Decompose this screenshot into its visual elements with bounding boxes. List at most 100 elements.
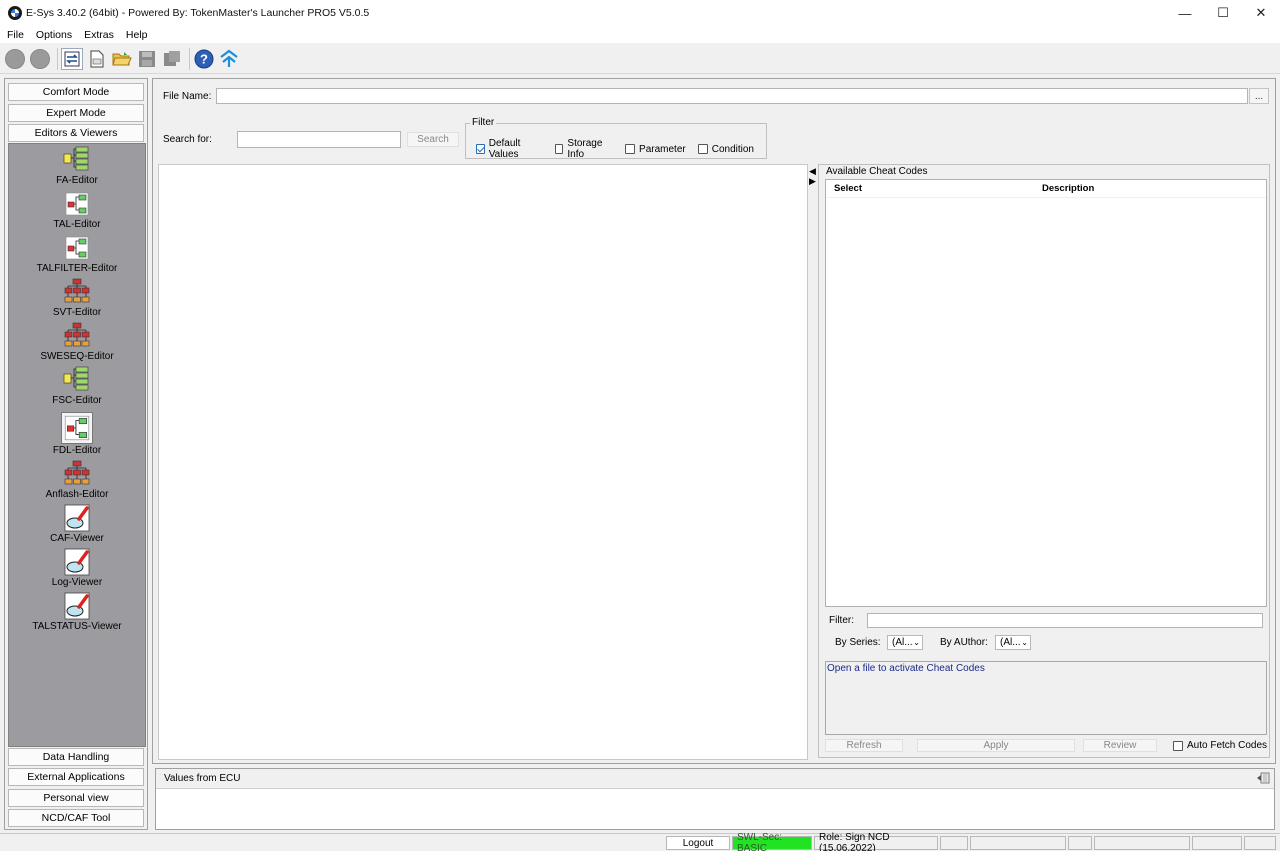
by-series-label: By Series: bbox=[835, 637, 881, 648]
log-viewer-label: Log-Viewer bbox=[51, 577, 103, 588]
data-handling-button[interactable]: Data Handling bbox=[8, 748, 144, 766]
editors-viewers-button[interactable]: Editors & Viewers bbox=[8, 124, 144, 142]
sweseq-editor-item[interactable]: SWESEQ-Editor bbox=[9, 322, 145, 362]
open-folder-icon[interactable] bbox=[111, 48, 133, 70]
dock-panel-icon[interactable] bbox=[1256, 772, 1270, 787]
file-name-label: File Name: bbox=[163, 91, 212, 102]
review-button[interactable]: Review bbox=[1083, 739, 1157, 752]
talstatus-viewer-item[interactable]: TALSTATUS-Viewer bbox=[9, 592, 145, 632]
cheat-codes-table[interactable]: Select Description bbox=[825, 179, 1267, 607]
fsc-editor-icon bbox=[63, 366, 91, 394]
chevron-down-icon: ⌄ bbox=[913, 638, 920, 647]
status-cell-empty bbox=[970, 836, 1066, 850]
apply-button[interactable]: Apply bbox=[917, 739, 1075, 752]
table-header: Select Description bbox=[826, 180, 1266, 198]
chevron-down-icon: ⌄ bbox=[1021, 638, 1028, 647]
sweseq-editor-label: SWESEQ-Editor bbox=[40, 351, 114, 362]
back-icon[interactable] bbox=[4, 48, 26, 70]
by-author-select[interactable]: (Al... ⌄ bbox=[995, 635, 1031, 650]
fsc-editor-item[interactable]: FSC-Editor bbox=[9, 366, 145, 406]
svt-editor-icon bbox=[63, 278, 91, 306]
parameter-label: Parameter bbox=[639, 143, 686, 155]
checkbox-icon bbox=[697, 144, 708, 154]
maximize-button[interactable]: ☐ bbox=[1204, 0, 1242, 26]
values-from-ecu-panel: Values from ECU bbox=[155, 768, 1275, 830]
editor-content-area[interactable] bbox=[158, 164, 808, 760]
window-title: E-Sys 3.40.2 (64bit) - Powered By: Token… bbox=[26, 7, 370, 19]
svt-editor-item[interactable]: SVT-Editor bbox=[9, 278, 145, 318]
checkbox-checked-icon bbox=[476, 144, 485, 154]
fa-editor-label: FA-Editor bbox=[56, 175, 98, 186]
menu-help[interactable]: Help bbox=[120, 29, 154, 41]
parameter-checkbox[interactable]: Parameter bbox=[625, 144, 686, 155]
condition-checkbox[interactable]: Condition bbox=[697, 143, 754, 155]
by-series-select[interactable]: (Al... ⌄ bbox=[887, 635, 923, 650]
expert-mode-button[interactable]: Expert Mode bbox=[8, 104, 144, 122]
fdl-editor-item[interactable]: FDL-Editor bbox=[9, 412, 145, 456]
svg-text:?: ? bbox=[200, 51, 208, 66]
values-from-ecu-title: Values from ECU bbox=[164, 773, 241, 784]
caf-viewer-item[interactable]: CAF-Viewer bbox=[9, 504, 145, 544]
file-name-input[interactable] bbox=[216, 88, 1248, 104]
talfilter-editor-icon bbox=[63, 234, 91, 262]
by-series-value: (Al... bbox=[892, 637, 913, 648]
search-for-label: Search for: bbox=[163, 134, 212, 145]
filter-group: Filter Default Values Storage Info Param… bbox=[465, 117, 767, 160]
menu-extras[interactable]: Extras bbox=[78, 29, 120, 41]
close-button[interactable]: ✕ bbox=[1242, 0, 1280, 26]
bmw-logo-icon bbox=[8, 6, 22, 20]
caf-viewer-label: CAF-Viewer bbox=[50, 533, 104, 544]
talfilter-editor-item[interactable]: TALFILTER-Editor bbox=[9, 234, 145, 274]
cheat-filter-label: Filter: bbox=[829, 615, 854, 626]
splitter-arrows[interactable]: ◀ ▶ bbox=[809, 166, 817, 188]
cheat-info-box: Open a file to activate Cheat Codes bbox=[825, 661, 1267, 735]
forward-icon[interactable] bbox=[29, 48, 51, 70]
tal-editor-item[interactable]: TAL-Editor bbox=[9, 190, 145, 230]
status-bar: Logout SWL-Sec: BASIC Role: Sign NCD (15… bbox=[0, 832, 1280, 851]
anflash-editor-item[interactable]: Anflash-Editor bbox=[9, 460, 145, 500]
save-icon[interactable] bbox=[136, 48, 158, 70]
fa-editor-item[interactable]: FA-Editor bbox=[9, 146, 145, 186]
column-description[interactable]: Description bbox=[1042, 183, 1094, 194]
storage-info-checkbox[interactable]: Storage Info bbox=[554, 138, 613, 160]
launcher-icon[interactable] bbox=[218, 48, 240, 70]
refresh-button[interactable]: Refresh bbox=[825, 739, 903, 752]
search-input[interactable] bbox=[237, 131, 401, 148]
fdl-editor-icon bbox=[61, 412, 93, 444]
personal-view-button[interactable]: Personal view bbox=[8, 789, 144, 807]
search-button[interactable]: Search bbox=[407, 132, 459, 147]
default-values-checkbox[interactable]: Default Values bbox=[476, 138, 543, 160]
fa-editor-icon bbox=[63, 146, 91, 174]
column-select[interactable]: Select bbox=[834, 183, 1042, 194]
minimize-button[interactable]: — bbox=[1166, 0, 1204, 26]
save-as-icon[interactable] bbox=[161, 48, 183, 70]
menu-options[interactable]: Options bbox=[30, 29, 78, 41]
storage-info-label: Storage Info bbox=[567, 138, 603, 160]
external-applications-button[interactable]: External Applications bbox=[8, 768, 144, 786]
menu-file[interactable]: File bbox=[0, 29, 30, 41]
status-cell-empty bbox=[940, 836, 968, 850]
menu-bar: File Options Extras Help bbox=[0, 26, 1280, 43]
caf-viewer-icon bbox=[63, 504, 91, 532]
sweseq-editor-icon bbox=[63, 322, 91, 350]
condition-label: Condition bbox=[711, 143, 754, 155]
comfort-mode-button[interactable]: Comfort Mode bbox=[8, 83, 144, 101]
browse-button[interactable]: ... bbox=[1249, 88, 1269, 104]
log-viewer-item[interactable]: Log-Viewer bbox=[9, 548, 145, 588]
connect-icon[interactable] bbox=[61, 47, 83, 70]
collapse-left-icon[interactable]: ◀ bbox=[809, 166, 817, 176]
tal-editor-icon bbox=[63, 190, 91, 218]
help-icon[interactable]: ? bbox=[193, 48, 215, 70]
swl-sec-status: SWL-Sec: BASIC bbox=[732, 832, 812, 851]
cheat-filter-input[interactable] bbox=[867, 613, 1263, 628]
tal-editor-label: TAL-Editor bbox=[53, 219, 101, 230]
new-file-icon[interactable] bbox=[86, 48, 108, 70]
checkbox-icon bbox=[625, 144, 636, 154]
expand-right-icon[interactable]: ▶ bbox=[809, 176, 817, 186]
fdl-editor-label: FDL-Editor bbox=[52, 445, 102, 456]
svt-editor-label: SVT-Editor bbox=[52, 307, 102, 318]
logout-button[interactable]: Logout bbox=[666, 836, 730, 850]
ncd-caf-tool-button[interactable]: NCD/CAF Tool bbox=[8, 809, 144, 827]
auto-fetch-checkbox[interactable]: Auto Fetch Codes bbox=[1173, 740, 1267, 751]
talstatus-viewer-label: TALSTATUS-Viewer bbox=[32, 621, 122, 632]
